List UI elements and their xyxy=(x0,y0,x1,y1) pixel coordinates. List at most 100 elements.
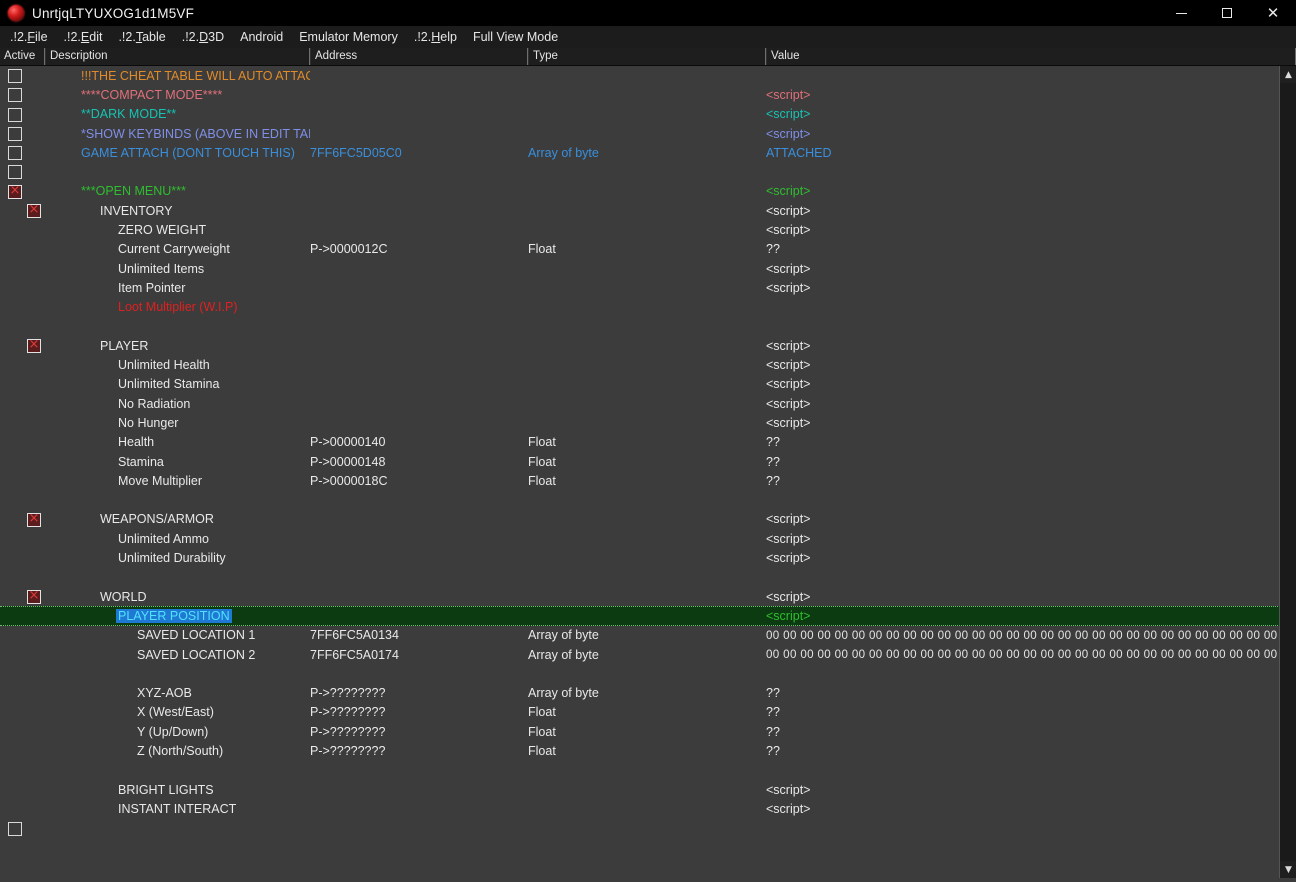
cell-description[interactable]: GAME ATTACH (DONT TOUCH THIS) xyxy=(45,146,310,160)
entry-active-checkbox[interactable] xyxy=(8,127,22,141)
cell-description[interactable]: BRIGHT LIGHTS xyxy=(45,783,310,797)
cell-value[interactable]: <script> xyxy=(766,88,1296,102)
cell-value[interactable]: <script> xyxy=(766,416,1296,430)
table-row[interactable]: PLAYER <script> xyxy=(0,336,1296,355)
cell-address[interactable]: 7FF6FC5D05C0 xyxy=(310,146,528,160)
cell-description[interactable]: INSTANT INTERACT xyxy=(45,802,310,816)
table-row[interactable]: No Radiation<script> xyxy=(0,394,1296,413)
column-header-active[interactable]: Active xyxy=(0,48,45,65)
table-row[interactable]: SAVED LOCATION 27FF6FC5A0174Array of byt… xyxy=(0,645,1296,664)
table-row[interactable]: Y (Up/Down)P->????????Float?? xyxy=(0,722,1296,741)
cell-type[interactable]: Float xyxy=(528,474,766,488)
table-row[interactable] xyxy=(0,819,1296,838)
table-row[interactable]: Unlimited Items<script> xyxy=(0,259,1296,278)
entry-active-checkbox[interactable] xyxy=(8,108,22,122)
table-row[interactable] xyxy=(0,761,1296,780)
cheat-entry-list[interactable]: !!!THE CHEAT TABLE WILL AUTO ATTACH TO G… xyxy=(0,66,1296,838)
table-row[interactable] xyxy=(0,162,1296,181)
cell-address[interactable]: P->00000140 xyxy=(310,435,528,449)
entry-active-checkbox[interactable] xyxy=(8,146,22,160)
table-row[interactable]: Current CarryweightP->0000012CFloat?? xyxy=(0,240,1296,259)
table-row[interactable] xyxy=(0,568,1296,587)
cell-value[interactable]: ?? xyxy=(766,435,1296,449)
entry-active-checkbox[interactable] xyxy=(27,513,41,527)
cell-description[interactable]: PLAYER xyxy=(45,339,310,353)
cell-value[interactable]: <script> xyxy=(766,512,1296,526)
cell-value[interactable]: <script> xyxy=(766,223,1296,237)
cell-value[interactable]: <script> xyxy=(766,802,1296,816)
scroll-up-arrow-icon[interactable]: ▲ xyxy=(1280,66,1296,83)
minimize-button[interactable] xyxy=(1158,0,1204,26)
table-row[interactable]: GAME ATTACH (DONT TOUCH THIS)7FF6FC5D05C… xyxy=(0,143,1296,162)
cell-value[interactable]: <script> xyxy=(766,609,1296,623)
entry-active-checkbox[interactable] xyxy=(8,88,22,102)
table-row[interactable]: Unlimited Health<script> xyxy=(0,355,1296,374)
cell-value[interactable]: <script> xyxy=(766,107,1296,121)
cell-description[interactable]: No Radiation xyxy=(45,397,310,411)
cell-description[interactable]: XYZ-AOB xyxy=(45,686,310,700)
cell-type[interactable]: Array of byte xyxy=(528,648,766,662)
entry-active-checkbox[interactable] xyxy=(27,339,41,353)
cell-value[interactable]: 00 00 00 00 00 00 00 00 00 00 00 00 00 0… xyxy=(766,629,1296,642)
entry-active-checkbox[interactable] xyxy=(8,69,22,83)
cell-description[interactable]: ****COMPACT MODE**** xyxy=(45,88,310,102)
table-row[interactable]: ZERO WEIGHT<script> xyxy=(0,220,1296,239)
cell-type[interactable]: Float xyxy=(528,744,766,758)
scroll-down-arrow-icon[interactable]: ▼ xyxy=(1280,861,1296,878)
cell-description[interactable]: Loot Multiplier (W.I.P) xyxy=(45,300,310,314)
cell-type[interactable]: Float xyxy=(528,435,766,449)
table-row[interactable]: Item Pointer<script> xyxy=(0,278,1296,297)
cell-value[interactable]: <script> xyxy=(766,281,1296,295)
table-row[interactable]: Unlimited Durability <script> xyxy=(0,548,1296,567)
cell-description[interactable]: INVENTORY xyxy=(45,204,310,218)
table-row[interactable]: WEAPONS/ARMOR<script> xyxy=(0,510,1296,529)
cell-description[interactable]: **DARK MODE** xyxy=(45,107,310,121)
table-row[interactable]: WORLD<script> xyxy=(0,587,1296,606)
table-row[interactable]: HealthP->00000140Float?? xyxy=(0,433,1296,452)
cell-type[interactable]: Float xyxy=(528,455,766,469)
cell-description[interactable]: *SHOW KEYBINDS (ABOVE IN EDIT TAB)* xyxy=(45,127,310,141)
cell-description[interactable]: No Hunger xyxy=(45,416,310,430)
table-row[interactable] xyxy=(0,317,1296,336)
entry-active-checkbox[interactable] xyxy=(27,204,41,218)
menu-item-dit[interactable]: .!2.Edit xyxy=(56,27,111,48)
cell-type[interactable]: Float xyxy=(528,242,766,256)
table-row-selected[interactable]: PLAYER POSITION<script> xyxy=(0,606,1296,625)
table-row[interactable]: ****COMPACT MODE**** <script> xyxy=(0,85,1296,104)
cell-address[interactable]: P->???????? xyxy=(310,705,528,719)
cell-description[interactable]: Unlimited Durability xyxy=(45,551,310,565)
cell-value[interactable]: ?? xyxy=(766,455,1296,469)
table-row[interactable]: SAVED LOCATION 17FF6FC5A0134Array of byt… xyxy=(0,626,1296,645)
cell-value[interactable]: <script> xyxy=(766,184,1296,198)
cell-value[interactable]: <script> xyxy=(766,204,1296,218)
column-header-address[interactable]: Address xyxy=(310,48,528,65)
table-row[interactable]: Unlimited Ammo<script> xyxy=(0,529,1296,548)
cell-value[interactable]: <script> xyxy=(766,339,1296,353)
cell-value[interactable]: <script> xyxy=(766,783,1296,797)
cell-type[interactable]: Float xyxy=(528,725,766,739)
cell-value[interactable]: <script> xyxy=(766,551,1296,565)
close-button[interactable]: ✕ xyxy=(1250,0,1296,26)
table-row[interactable]: *SHOW KEYBINDS (ABOVE IN EDIT TAB)* <scri… xyxy=(0,124,1296,143)
cell-value[interactable]: <script> xyxy=(766,262,1296,276)
table-row[interactable] xyxy=(0,664,1296,683)
cell-value[interactable]: <script> xyxy=(766,590,1296,604)
menu-item-3d[interactable]: .!2.D3D xyxy=(174,27,232,48)
table-row[interactable]: BRIGHT LIGHTS <script> xyxy=(0,780,1296,799)
cell-description[interactable]: Unlimited Stamina xyxy=(45,377,310,391)
cell-value[interactable]: ?? xyxy=(766,686,1296,700)
cell-address[interactable]: P->0000018C xyxy=(310,474,528,488)
cell-description[interactable]: Stamina xyxy=(45,455,310,469)
cell-value[interactable]: <script> xyxy=(766,532,1296,546)
menu-item-able[interactable]: .!2.Table xyxy=(110,27,173,48)
cell-type[interactable]: Array of byte xyxy=(528,628,766,642)
menu-item-ile[interactable]: .!2.File xyxy=(2,27,56,48)
cell-description[interactable]: ***OPEN MENU*** xyxy=(45,184,310,198)
cell-description[interactable]: X (West/East) xyxy=(45,705,310,719)
cell-address[interactable]: P->00000148 xyxy=(310,455,528,469)
cell-value[interactable]: ATTACHED xyxy=(766,146,1296,160)
cell-value[interactable]: <script> xyxy=(766,358,1296,372)
cell-value[interactable]: ?? xyxy=(766,744,1296,758)
cell-value[interactable]: <script> xyxy=(766,127,1296,141)
cell-description[interactable]: SAVED LOCATION 2 xyxy=(45,648,310,662)
